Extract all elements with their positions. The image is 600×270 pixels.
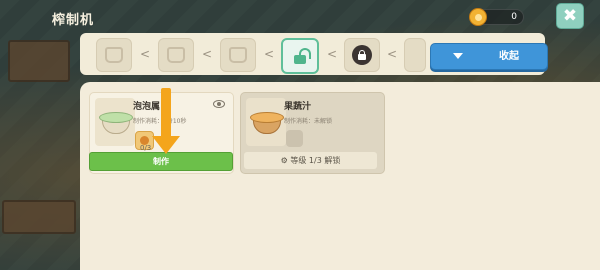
- lock-closed-icon: [352, 45, 372, 65]
- chevron-left-icon: <: [327, 47, 338, 61]
- crown-icon: [167, 47, 185, 63]
- bowl-icon: [99, 112, 133, 134]
- chevron-left-icon: <: [140, 47, 151, 61]
- tab-slot-partial[interactable]: [404, 38, 426, 72]
- coin-counter: 0: [469, 8, 524, 26]
- eye-icon[interactable]: [213, 100, 225, 108]
- background-crate: [8, 40, 70, 82]
- chevron-left-icon: <: [387, 47, 398, 61]
- crown-icon: [105, 47, 123, 63]
- close-button[interactable]: ✖: [556, 3, 584, 29]
- unlock-label: ⚙ 等级 1/3 解锁: [280, 156, 341, 165]
- tab-slot-locked[interactable]: [344, 38, 380, 72]
- collapse-button[interactable]: 收起: [430, 43, 548, 70]
- coin-value: 0: [511, 12, 517, 22]
- window-title: 榨制机: [52, 13, 95, 28]
- tab-slot-active[interactable]: [281, 38, 319, 74]
- gear-icon: ⚙: [280, 156, 291, 165]
- recipe-name: 果蔬汁: [284, 102, 312, 112]
- chevron-left-icon: <: [202, 47, 213, 61]
- chevron-left-icon: <: [264, 47, 275, 61]
- bowl-icon: [250, 112, 284, 134]
- recipe-thumbnail: [95, 98, 135, 146]
- tab-slot-1[interactable]: [96, 38, 132, 72]
- tab-slot-2[interactable]: [158, 38, 194, 72]
- recipe-thumbnail: [246, 98, 286, 146]
- lock-open-icon: [292, 48, 311, 64]
- chevron-down-icon: [453, 53, 463, 59]
- tab-slot-3[interactable]: [220, 38, 256, 72]
- close-icon: ✖: [562, 5, 578, 26]
- unlock-requirement: ⚙ 等级 1/3 解锁: [244, 152, 377, 169]
- guide-arrow-icon: [152, 88, 180, 158]
- lock-icon: [286, 130, 303, 147]
- collapse-label: 收起: [499, 51, 519, 62]
- recipe-subtitle: 制作消耗：未解锁: [284, 118, 333, 125]
- ingredient-count: 0/3: [140, 144, 152, 152]
- coin-icon: [469, 8, 487, 26]
- crown-icon: [229, 47, 247, 63]
- background-crate: [2, 200, 76, 234]
